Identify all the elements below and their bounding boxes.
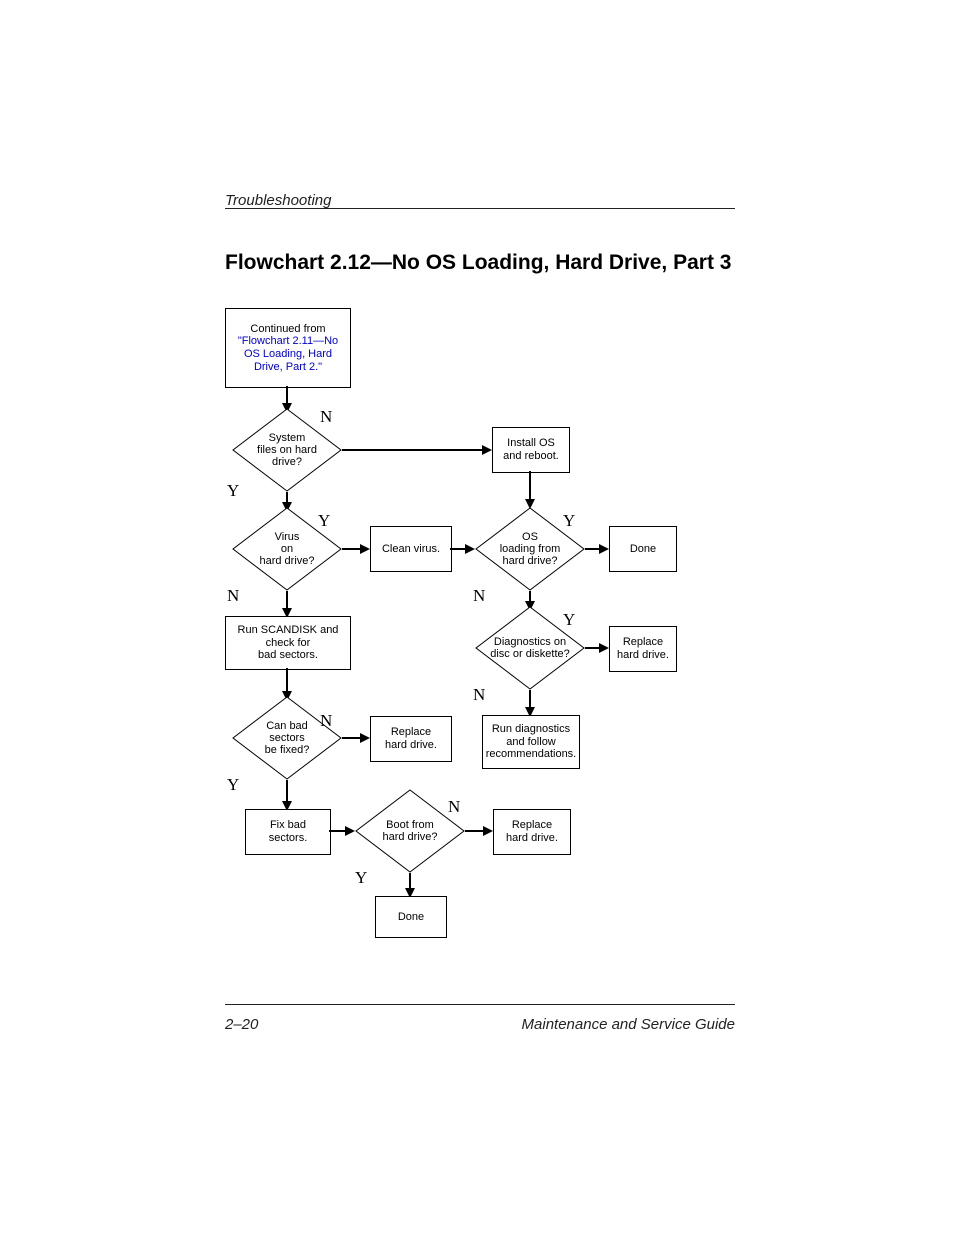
- page-number: 2–20: [225, 1016, 258, 1033]
- decision-text: Boot fromhard drive?: [370, 819, 450, 843]
- arrow-right-icon: [599, 544, 609, 554]
- label-n: N: [448, 797, 460, 817]
- label-y: Y: [227, 481, 239, 501]
- label-n: N: [227, 586, 239, 606]
- process-replace-hd-1: Replacehard drive.: [609, 626, 677, 672]
- connector: [286, 780, 288, 803]
- arrow-right-icon: [599, 643, 609, 653]
- label-y: Y: [318, 511, 330, 531]
- footer-guide: Maintenance and Service Guide: [522, 1016, 735, 1033]
- process-run-diag: Run diagnosticsand followrecommendations…: [482, 715, 580, 769]
- decision-text: Can badsectorsbe fixed?: [247, 720, 327, 756]
- connector: [529, 471, 531, 501]
- connector: [342, 449, 484, 451]
- process-replace-hd-2: Replacehard drive.: [370, 716, 452, 762]
- start-box: Continued from "Flowchart 2.11—No OS Loa…: [225, 308, 351, 388]
- label-y: Y: [563, 610, 575, 630]
- page-title: Flowchart 2.12—No OS Loading, Hard Drive…: [225, 250, 735, 276]
- decision-text: OSloading fromhard drive?: [490, 531, 570, 567]
- process-scandisk: Run SCANDISK andcheck forbad sectors.: [225, 616, 351, 670]
- connector: [342, 548, 362, 550]
- arrow-right-icon: [483, 826, 493, 836]
- terminator-done-2: Done: [375, 896, 447, 938]
- footer-rule: [225, 1004, 735, 1005]
- connector: [286, 668, 288, 693]
- label-n: N: [320, 407, 332, 427]
- label-y: Y: [355, 868, 367, 888]
- arrow-right-icon: [345, 826, 355, 836]
- arrow-right-icon: [482, 445, 492, 455]
- process-fix-bad: Fix badsectors.: [245, 809, 331, 855]
- continued-link[interactable]: "Flowchart 2.11—No OS Loading, Hard Driv…: [238, 335, 338, 372]
- header-rule: [225, 208, 735, 209]
- connector: [342, 737, 362, 739]
- decision-can-fix: Can badsectorsbe fixed?: [232, 696, 342, 780]
- connector: [465, 830, 485, 832]
- label-y: Y: [563, 511, 575, 531]
- label-n: N: [473, 586, 485, 606]
- terminator-done-1: Done: [609, 526, 677, 572]
- process-install-os: Install OSand reboot.: [492, 427, 570, 473]
- arrow-right-icon: [360, 544, 370, 554]
- arrow-right-icon: [360, 733, 370, 743]
- label-n: N: [320, 711, 332, 731]
- page: Troubleshooting Flowchart 2.12—No OS Loa…: [0, 0, 954, 1235]
- continued-label: Continued from: [250, 323, 325, 335]
- decision-text: Systemfiles on harddrive?: [247, 432, 327, 468]
- running-header: Troubleshooting: [225, 192, 735, 209]
- decision-text: Diagnostics ondisc or diskette?: [490, 636, 570, 660]
- label-y: Y: [227, 775, 239, 795]
- process-replace-hd-3: Replacehard drive.: [493, 809, 571, 855]
- arrow-right-icon: [465, 544, 475, 554]
- decision-text: Virusonhard drive?: [247, 531, 327, 567]
- flowchart: Continued from "Flowchart 2.11—No OS Loa…: [225, 308, 735, 968]
- label-n: N: [473, 685, 485, 705]
- process-clean-virus: Clean virus.: [370, 526, 452, 572]
